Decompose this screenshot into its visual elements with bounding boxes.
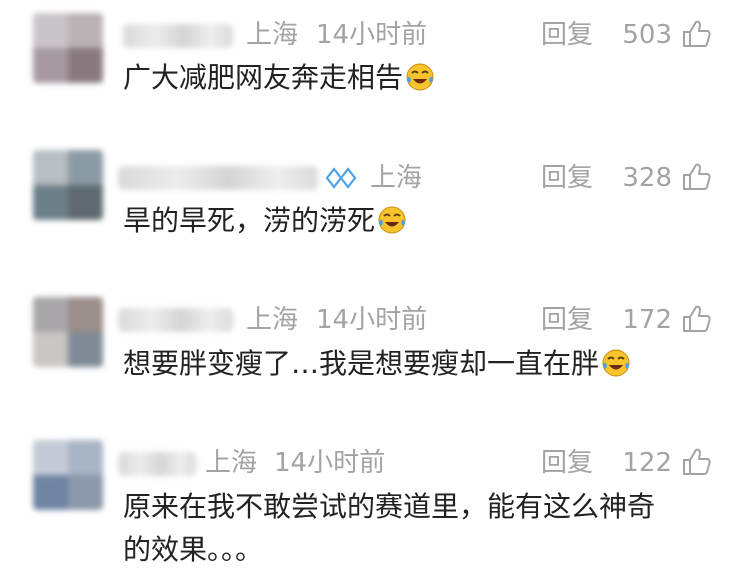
comment-text-line: 的效果。。。 [123, 533, 264, 566]
like-count: 172 [622, 305, 672, 335]
comment-time: 14小时前 [316, 20, 428, 50]
like-count: 328 [622, 163, 672, 193]
comment-text-content: 想要胖变瘦了…我是想要瘦却一直在胖 [123, 347, 600, 380]
like-count: 122 [622, 448, 672, 478]
reply-button[interactable]: 回复 [541, 163, 593, 193]
verified-badge-icon [325, 167, 357, 189]
thumbs-up-icon[interactable] [681, 304, 711, 334]
reply-button[interactable]: 回复 [541, 305, 593, 335]
comment-text-content: 广大减肥网友奔走相告 [123, 61, 404, 94]
avatar[interactable] [33, 297, 103, 367]
comment-time: 14小时前 [316, 305, 428, 335]
username[interactable] [118, 452, 196, 476]
username[interactable] [118, 308, 233, 332]
reply-button[interactable]: 回复 [541, 20, 593, 50]
comment-text-line: 原来在我不敢尝试的赛道里，能有这么神奇 [123, 490, 656, 523]
comment-text: 旱的旱死，涝的涝死 [123, 199, 723, 242]
comment-location: 上海 [205, 448, 258, 478]
comment-text: 想要胖变瘦了…我是想要瘦却一直在胖 [123, 342, 723, 385]
laughing-crying-emoji-icon [406, 63, 434, 91]
avatar[interactable] [33, 440, 103, 510]
comment-time: 14小时前 [274, 448, 386, 478]
comment-location: 上海 [246, 305, 299, 335]
thumbs-up-icon[interactable] [681, 19, 711, 49]
thumbs-up-icon[interactable] [681, 162, 711, 192]
comment-location: 上海 [370, 163, 423, 193]
thumbs-up-icon[interactable] [681, 447, 711, 477]
username[interactable] [118, 166, 318, 190]
avatar[interactable] [33, 150, 103, 220]
comment-text: 广大减肥网友奔走相告 [123, 56, 723, 99]
laughing-crying-emoji-icon [602, 349, 630, 377]
comment-text: 原来在我不敢尝试的赛道里，能有这么神奇 的效果。。。 [123, 485, 723, 571]
avatar[interactable] [33, 13, 103, 83]
username[interactable] [123, 24, 233, 48]
comment-text-content: 旱的旱死，涝的涝死 [123, 204, 376, 237]
laughing-crying-emoji-icon [378, 206, 406, 234]
like-count: 503 [622, 20, 672, 50]
comment-location: 上海 [246, 20, 299, 50]
reply-button[interactable]: 回复 [541, 448, 593, 478]
